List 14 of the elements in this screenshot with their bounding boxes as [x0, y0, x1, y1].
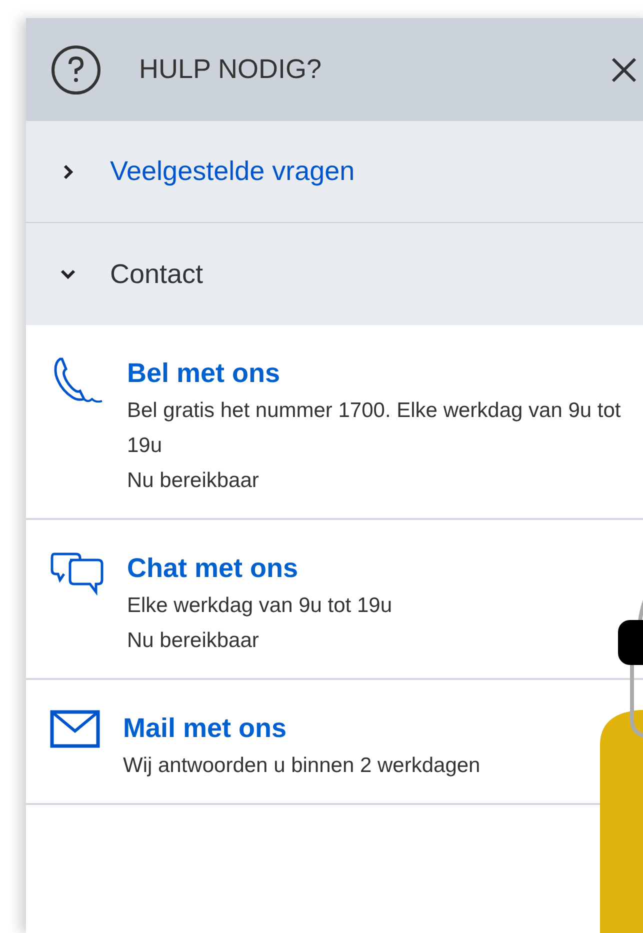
panel-title: HULP NODIG?: [139, 54, 323, 85]
mail-icon: [50, 710, 100, 748]
contact-info-text: Wij antwoorden u binnen 2 werkdagen: [123, 753, 480, 779]
accordion-header[interactable]: Veelgestelde vragen: [26, 121, 643, 223]
contact-info-text: Bel gratis het nummer 1700. Elke werkdag van 9u tot 19u: [127, 398, 622, 459]
contact-info-text: Elke werkdag van 9u tot 19u: [127, 593, 392, 619]
accordion-header[interactable]: Contact: [26, 223, 643, 325]
contact-link[interactable]: Chat met ons: [127, 550, 392, 586]
contact-link[interactable]: Bel met ons: [127, 355, 627, 391]
help-icon: [51, 44, 101, 94]
contact-link[interactable]: Mail met ons: [123, 710, 480, 746]
contact-info-text: Nu bereikbaar: [127, 628, 260, 654]
chat-bubbles-icon: [50, 550, 104, 596]
contact-info-text: Nu bereikbaar: [127, 468, 260, 494]
